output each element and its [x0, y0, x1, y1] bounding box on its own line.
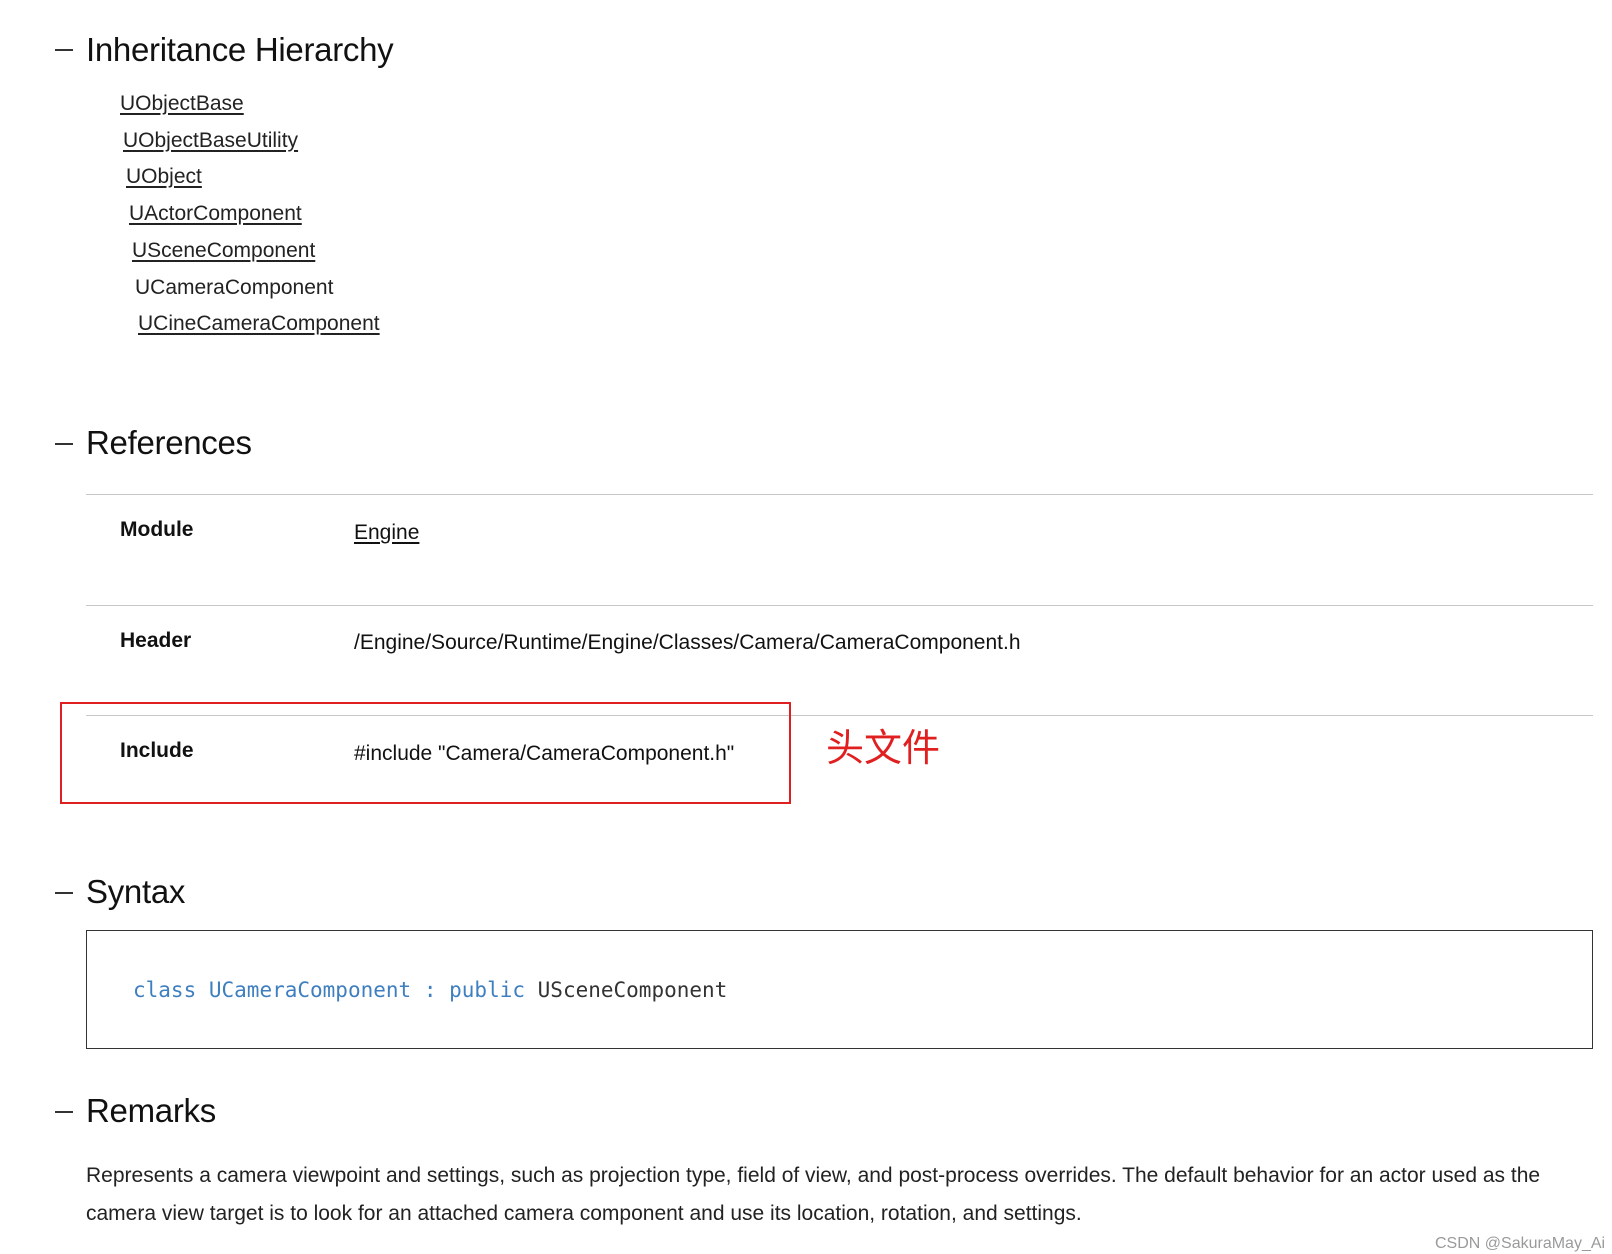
collapse-inheritance-toggle[interactable]	[55, 49, 73, 51]
header-file-annotation: 头文件	[826, 726, 941, 770]
references-title: References	[86, 424, 252, 461]
module-label: Module	[120, 518, 194, 541]
code-base-class: USceneComponent	[537, 978, 728, 1002]
hierarchy-item-uobjectbase[interactable]: UObjectBase	[120, 90, 244, 118]
collapse-syntax-toggle[interactable]	[55, 892, 73, 894]
collapse-remarks-toggle[interactable]	[55, 1111, 73, 1113]
module-link-engine[interactable]: Engine	[354, 519, 419, 547]
code-class-name: UCameraComponent	[208, 978, 412, 1002]
hierarchy-item-uobjectbaseutility[interactable]: UObjectBaseUtility	[123, 127, 298, 155]
hierarchy-item-uscenecomponent[interactable]: USceneComponent	[132, 237, 315, 265]
remarks-title: Remarks	[86, 1092, 216, 1129]
code-colon: :	[423, 978, 437, 1002]
references-divider-top	[86, 494, 1593, 495]
syntax-code-block: class UCameraComponent : public USceneCo…	[86, 930, 1593, 1049]
include-highlight-box	[60, 702, 791, 804]
syntax-title: Syntax	[86, 873, 186, 910]
collapse-references-toggle[interactable]	[55, 443, 73, 445]
header-label: Header	[120, 629, 192, 652]
hierarchy-item-uactorcomponent[interactable]: UActorComponent	[129, 200, 302, 228]
references-divider-module	[86, 605, 1593, 606]
code-keyword-public: public	[449, 978, 525, 1002]
hierarchy-item-current-ucameracomponent: UCameraComponent	[135, 276, 334, 299]
hierarchy-item-uobject[interactable]: UObject	[126, 163, 202, 191]
csdn-watermark: CSDN @SakuraMay_Ai	[1435, 1235, 1606, 1252]
inheritance-hierarchy-title: Inheritance Hierarchy	[86, 31, 394, 68]
remarks-paragraph: Represents a camera viewpoint and settin…	[86, 1164, 1541, 1225]
syntax-code-line: class UCameraComponent : public USceneCo…	[133, 976, 727, 1004]
code-keyword-class: class	[133, 978, 197, 1002]
hierarchy-item-ucinecameracomponent[interactable]: UCineCameraComponent	[138, 310, 380, 338]
header-path: /Engine/Source/Runtime/Engine/Classes/Ca…	[354, 631, 1021, 654]
